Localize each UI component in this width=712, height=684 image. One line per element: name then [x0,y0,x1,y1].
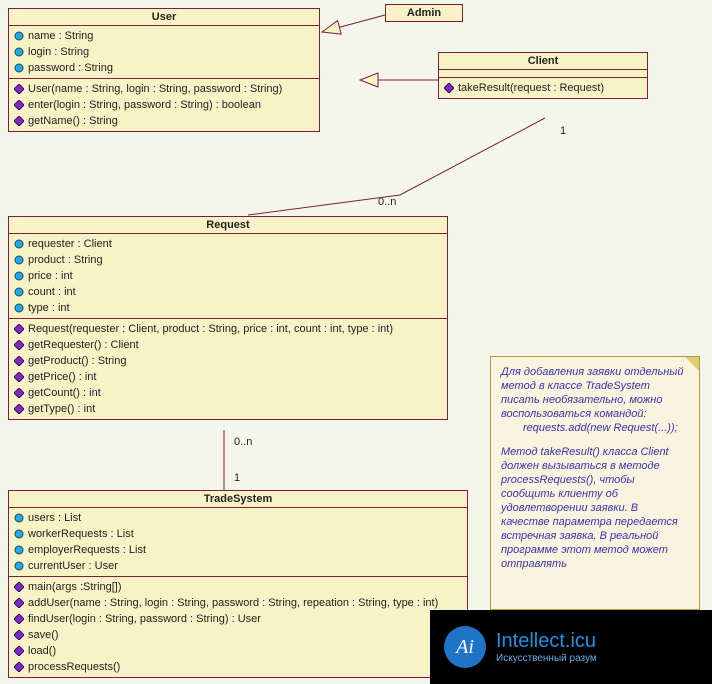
method-icon [13,355,25,367]
class-client-attrs [439,70,647,78]
attr-text: users : List [28,510,81,526]
method-icon [13,597,25,609]
method-icon [13,115,25,127]
attr-text: price : int [28,268,73,284]
method-text: User(name : String, login : String, pass… [28,81,282,97]
class-tradesystem-methods: main(args :String[]) addUser(name : Stri… [9,577,467,677]
attr-text: password : String [28,60,113,76]
method-icon [13,323,25,335]
mult-request-bottom: 0..n [234,436,252,448]
class-user-attrs: name : String login : String password : … [9,26,319,79]
attribute-icon [13,46,25,58]
method-icon [13,371,25,383]
method-icon [13,339,25,351]
method-text: getProduct() : String [28,353,126,369]
attr-text: login : String [28,44,89,60]
uml-canvas: 1 0..n 0..n 1 User name : String login :… [0,0,712,684]
method-text: getRequester() : Client [28,337,139,353]
method-text: processRequests() [28,659,120,675]
attribute-icon [13,270,25,282]
method-text: takeResult(request : Request) [458,80,604,96]
class-admin-title: Admin [386,5,462,21]
method-icon [13,83,25,95]
class-request-methods: Request(requester : Client, product : St… [9,319,447,419]
attribute-icon [13,238,25,250]
watermark-text: Intellect.icu Искусственный разум [496,630,597,664]
watermark-logo-icon: Ai [444,626,486,668]
method-icon [443,82,455,94]
method-text: findUser(login : String, password : Stri… [28,611,261,627]
method-icon [13,581,25,593]
class-request-title: Request [9,217,447,234]
mult-ts-one: 1 [234,472,240,484]
method-icon [13,613,25,625]
class-tradesystem-title: TradeSystem [9,491,467,508]
class-admin: Admin [385,4,463,22]
class-tradesystem: TradeSystem users : List workerRequests … [8,490,468,678]
class-client: Client takeResult(request : Request) [438,52,648,99]
method-text: save() [28,627,59,643]
attribute-icon [13,528,25,540]
attr-text: type : int [28,300,70,316]
note-code: requests.add(new Request(...)); [501,421,689,435]
attr-text: name : String [28,28,93,44]
mult-request-top: 0..n [378,196,396,208]
attr-text: workerRequests : List [28,526,134,542]
method-icon [13,99,25,111]
method-text: enter(login : String, password : String)… [28,97,261,113]
attribute-icon [13,560,25,572]
note-paragraph: Метод takeResult() класса Client должен … [501,445,689,571]
uml-note: Для добавления заявки отдельный метод в … [490,356,700,610]
note-paragraph: Для добавления заявки отдельный метод в … [501,365,689,421]
attr-text: requester : Client [28,236,112,252]
attribute-icon [13,254,25,266]
method-text: getType() : int [28,401,95,417]
method-text: main(args :String[]) [28,579,122,595]
class-user-title: User [9,9,319,26]
class-tradesystem-attrs: users : List workerRequests : List emplo… [9,508,467,577]
watermark-tagline: Искусственный разум [496,653,597,664]
class-user-methods: User(name : String, login : String, pass… [9,79,319,131]
attribute-icon [13,30,25,42]
method-text: getName() : String [28,113,118,129]
mult-client-one: 1 [560,125,566,137]
method-icon [13,661,25,673]
method-text: Request(requester : Client, product : St… [28,321,393,337]
class-user: User name : String login : String passwo… [8,8,320,132]
class-request-attrs: requester : Client product : String pric… [9,234,447,319]
method-icon [13,645,25,657]
method-icon [13,629,25,641]
class-request: Request requester : Client product : Str… [8,216,448,420]
attr-text: employerRequests : List [28,542,146,558]
method-icon [13,387,25,399]
watermark: Ai Intellect.icu Искусственный разум [430,610,712,684]
attribute-icon [13,512,25,524]
watermark-site: Intellect.icu [496,630,596,652]
method-text: addUser(name : String, login : String, p… [28,595,438,611]
attribute-icon [13,544,25,556]
method-text: getPrice() : int [28,369,96,385]
attribute-icon [13,286,25,298]
attr-text: currentUser : User [28,558,118,574]
class-client-methods: takeResult(request : Request) [439,78,647,98]
attribute-icon [13,302,25,314]
method-icon [13,403,25,415]
attr-text: count : int [28,284,76,300]
attribute-icon [13,62,25,74]
attr-text: product : String [28,252,103,268]
method-text: getCount() : int [28,385,101,401]
class-client-title: Client [439,53,647,70]
method-text: load() [28,643,56,659]
